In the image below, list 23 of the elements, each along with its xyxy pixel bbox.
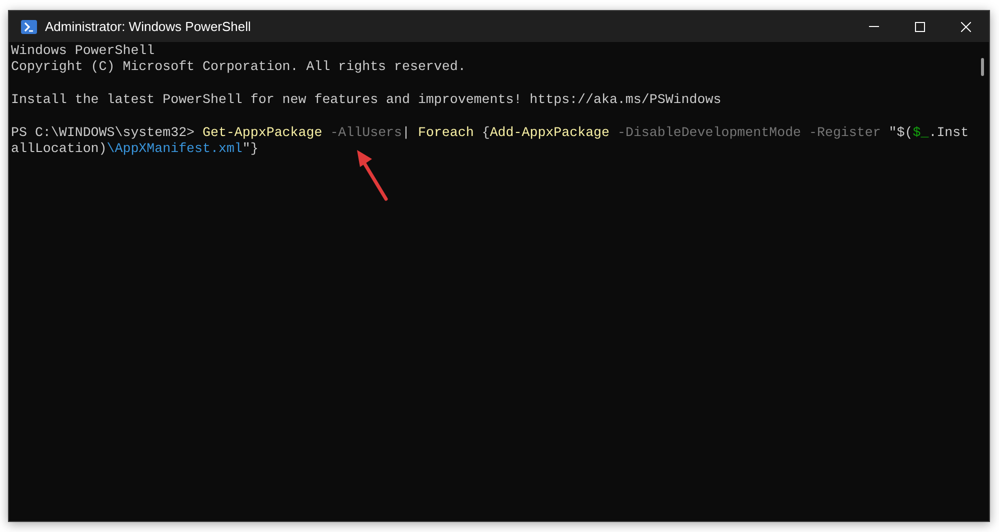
maximize-icon	[915, 22, 925, 32]
console-text: PS C:\WINDOWS\system32>	[11, 124, 196, 140]
powershell-icon	[21, 20, 37, 34]
console-text: {	[480, 124, 490, 140]
console-text: "}	[242, 141, 258, 156]
console-text: |	[402, 124, 411, 140]
console-text: -AllUsers	[329, 124, 402, 140]
minimize-icon	[869, 26, 879, 27]
console-text: Foreach	[418, 124, 474, 140]
console-text: Add-AppxPackage	[490, 124, 610, 140]
console-text: Install the latest PowerShell for new features and improvements! https://aka.ms/PSWindows	[11, 92, 722, 108]
console-text: $_	[912, 124, 929, 140]
console-text: Copyright (C) Microsoft Corporation. All rights reserved.	[11, 59, 466, 74]
console-text: \AppXManifest.xml	[106, 141, 242, 156]
close-icon	[961, 22, 971, 32]
console-text: Get-AppxPackage	[202, 124, 322, 140]
console-text: .Inst	[928, 124, 969, 140]
console-text: -DisableDevelopmentMode -Register	[616, 124, 881, 140]
console-text: Windows PowerShell	[11, 43, 155, 58]
scrollbar-thumb[interactable]	[981, 58, 984, 76]
window-title: Administrator: Windows PowerShell	[45, 18, 251, 36]
console-text: allLocation)	[11, 141, 107, 156]
console-text: "$(	[888, 124, 913, 140]
